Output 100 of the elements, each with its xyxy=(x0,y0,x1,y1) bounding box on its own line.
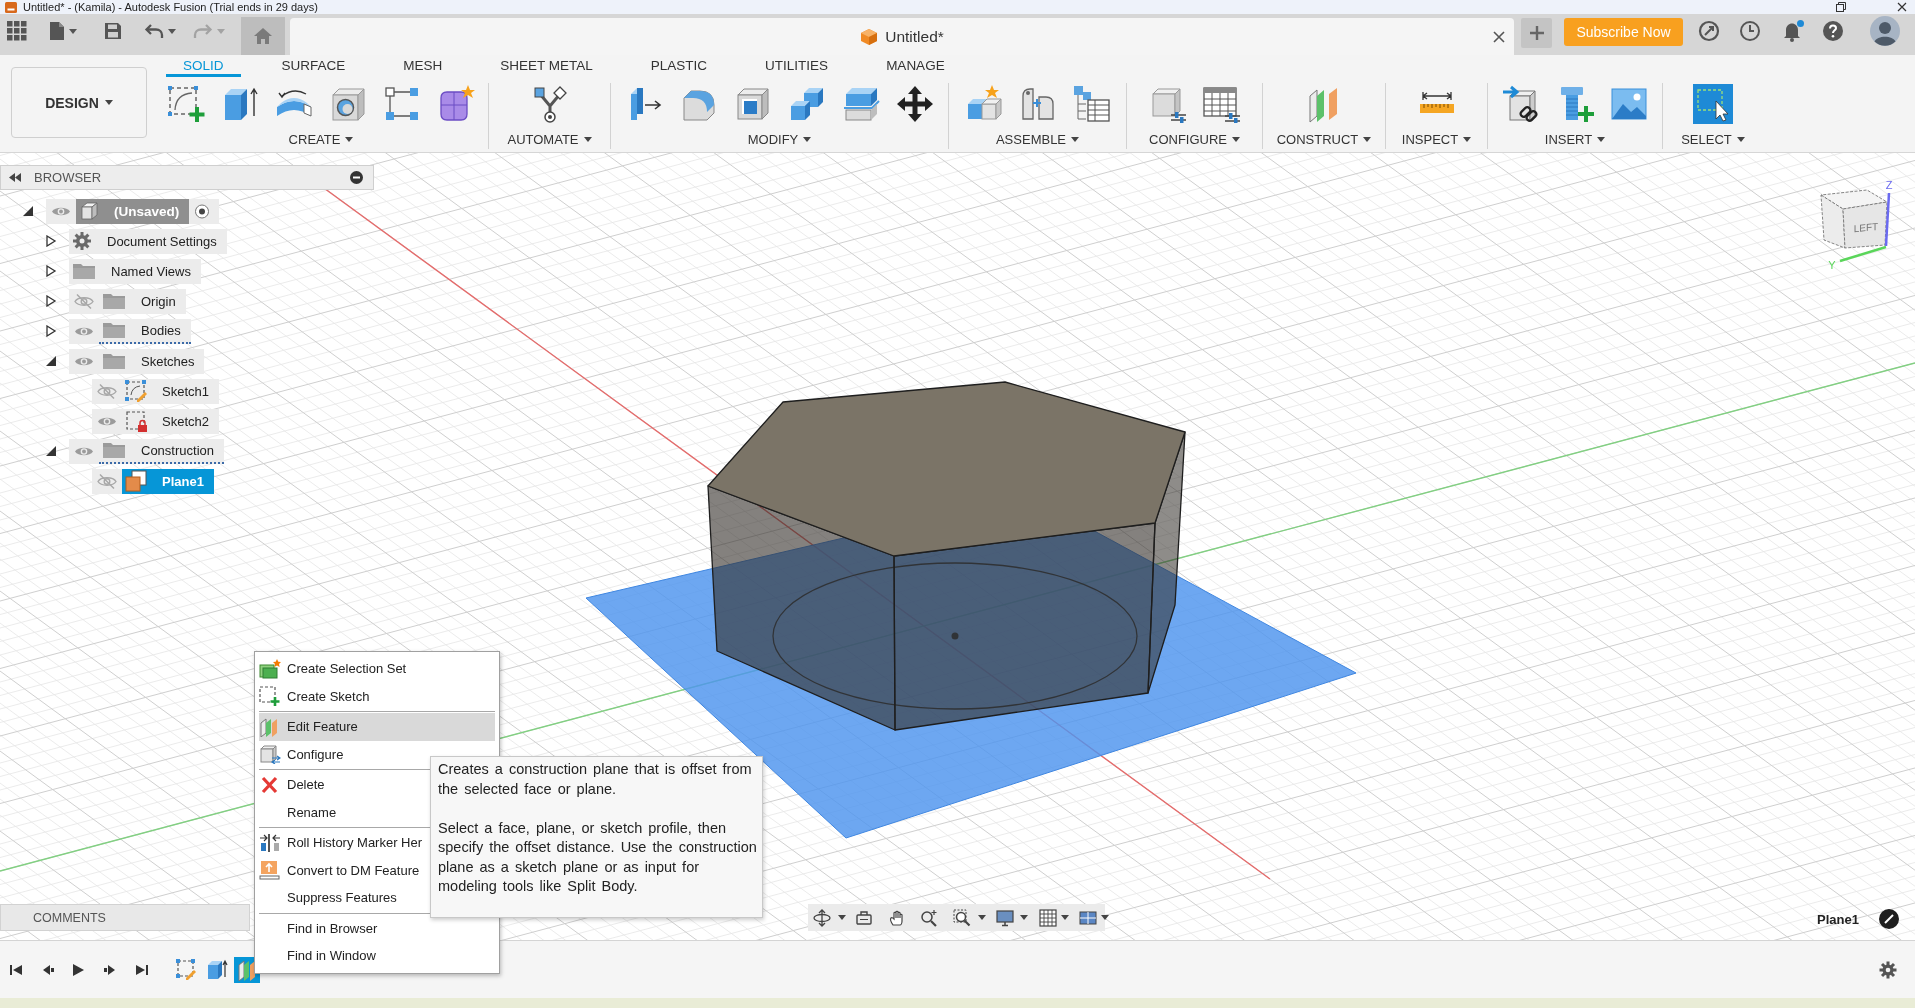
tree-item[interactable]: Origin xyxy=(99,288,186,314)
group-dropdown[interactable]: AUTOMATE xyxy=(505,129,594,149)
tree-item[interactable]: Bodies xyxy=(99,318,191,344)
eye-icon[interactable] xyxy=(69,348,99,374)
circle-slash-icon[interactable] xyxy=(1878,909,1899,929)
menu-item[interactable]: Create Selection Set xyxy=(259,655,495,683)
plus-icon xyxy=(1529,26,1544,40)
zoom-frame-icon[interactable] xyxy=(953,908,971,927)
toolbar-tab[interactable]: MESH xyxy=(386,55,460,77)
toolbar-tab[interactable]: MANAGE xyxy=(869,55,962,77)
menu-item[interactable]: Edit Feature xyxy=(259,713,495,741)
group-dropdown[interactable]: MODIFY xyxy=(745,129,814,149)
tree-item[interactable]: Sketch2 xyxy=(122,408,219,434)
skip-end-icon[interactable] xyxy=(135,962,149,977)
briefcase-icon[interactable] xyxy=(855,908,873,927)
group-dropdown[interactable]: INSPECT xyxy=(1399,129,1474,149)
restore-icon[interactable] xyxy=(1836,2,1846,12)
tree-item[interactable]: Document Settings xyxy=(69,228,227,254)
expander-icon[interactable] xyxy=(45,445,57,457)
view-cube[interactable] xyxy=(1820,189,1888,249)
save-icon[interactable] xyxy=(104,22,122,40)
minus-circle-icon[interactable] xyxy=(350,171,363,184)
expander-icon[interactable] xyxy=(22,205,34,217)
caret-icon[interactable] xyxy=(838,915,846,920)
tree-item[interactable]: Named Views xyxy=(69,258,201,284)
caret-icon xyxy=(803,136,812,142)
group-dropdown[interactable]: INSERT xyxy=(1542,129,1608,149)
toolbar-tab[interactable]: SURFACE xyxy=(264,55,363,77)
close-icon[interactable] xyxy=(1493,30,1505,43)
eye-icon[interactable] xyxy=(46,198,76,224)
group-dropdown[interactable]: CONFIGURE xyxy=(1147,129,1242,149)
folder-icon xyxy=(102,440,126,460)
group-dropdown[interactable]: CREATE xyxy=(286,129,356,149)
skip-start-icon[interactable] xyxy=(9,962,23,977)
panel-title: BROWSER xyxy=(34,170,103,185)
document-tab[interactable]: Untitled* xyxy=(290,18,1514,55)
gear-icon xyxy=(72,231,92,251)
expander-icon[interactable] xyxy=(45,295,57,307)
eye-icon[interactable] xyxy=(69,438,99,464)
radio-icon[interactable] xyxy=(189,198,220,224)
dashed-square-pencil-icon xyxy=(125,380,147,402)
folder-icon xyxy=(72,261,96,281)
menu-item[interactable]: Find in Browser xyxy=(259,914,495,942)
tree-item[interactable]: Construction xyxy=(99,438,224,464)
folder-icon xyxy=(102,291,126,311)
overlapping-squares-icon xyxy=(125,470,147,492)
caret-icon[interactable] xyxy=(168,29,176,34)
expander-icon[interactable] xyxy=(45,355,57,367)
caret-icon[interactable] xyxy=(1061,915,1069,920)
expander-icon[interactable] xyxy=(45,235,57,247)
box-link-icon[interactable] xyxy=(1501,84,1541,124)
group-dropdown[interactable]: CONSTRUCT xyxy=(1274,129,1374,149)
folder-icon xyxy=(102,320,126,340)
step-forward-icon[interactable] xyxy=(103,962,117,977)
tree-table-icon[interactable] xyxy=(1071,84,1112,124)
dashed-frame-cursor-icon[interactable] xyxy=(1693,84,1733,124)
group-dropdown[interactable]: ASSEMBLE xyxy=(993,129,1082,149)
tree-item[interactable]: Sketches xyxy=(99,348,205,374)
close-icon[interactable] xyxy=(1897,2,1907,12)
undo-icon[interactable] xyxy=(144,23,164,39)
menu-item[interactable]: Create Sketch xyxy=(259,682,495,710)
apps-grid-icon[interactable] xyxy=(7,21,27,41)
eye-icon[interactable] xyxy=(69,318,99,344)
settings-icon[interactable] xyxy=(1879,960,1897,979)
tooltip-text: Select a face, plane, or sketch profile, then specify the offset distance. Use the construction plane as a sketch plane or as input for modeling tools like Split Body. xyxy=(438,818,758,896)
tree-item[interactable]: Sketch1 xyxy=(122,378,219,404)
double-triangle-icon[interactable] xyxy=(8,173,22,182)
file-icon[interactable] xyxy=(49,21,65,41)
new-tab-button[interactable] xyxy=(1521,18,1552,48)
sketch-circle[interactable] xyxy=(772,562,1138,710)
zoom-icon[interactable] xyxy=(920,908,938,927)
workspace-dropdown[interactable]: DESIGN xyxy=(11,67,147,138)
step-back-icon[interactable] xyxy=(41,962,55,977)
grid-icon[interactable] xyxy=(1039,908,1057,927)
comments-title: COMMENTS xyxy=(33,910,106,925)
avatar-icon[interactable] xyxy=(1870,16,1900,46)
cube-icon xyxy=(860,27,879,46)
help-icon[interactable] xyxy=(1822,20,1844,42)
clock-icon[interactable] xyxy=(1739,20,1761,42)
caret-icon[interactable] xyxy=(1020,915,1028,920)
menu-item[interactable]: Find in Window xyxy=(259,942,495,970)
expander-icon[interactable] xyxy=(45,265,57,277)
caret-icon[interactable] xyxy=(69,29,77,34)
orbit-icon[interactable] xyxy=(813,908,831,927)
hand-icon[interactable] xyxy=(888,908,906,927)
table-sliders-icon[interactable] xyxy=(1201,84,1242,124)
caret-icon[interactable] xyxy=(978,915,986,920)
toolbar-tab[interactable]: UTILITIES xyxy=(748,55,846,77)
caret-icon[interactable] xyxy=(1101,915,1109,920)
cube-icon xyxy=(79,201,99,221)
group-dropdown[interactable]: SELECT xyxy=(1679,129,1747,149)
eye-icon[interactable] xyxy=(92,408,122,434)
monitor-icon[interactable] xyxy=(996,908,1014,927)
toolbar-tab[interactable]: SHEET METAL xyxy=(483,55,610,77)
hexagonal-prism[interactable] xyxy=(707,381,1186,731)
dashed-square-plus-icon[interactable] xyxy=(166,84,206,124)
four-panes-icon[interactable] xyxy=(1079,908,1097,927)
play-icon[interactable] xyxy=(71,962,85,977)
expander-icon[interactable] xyxy=(45,325,57,337)
toolbar-tab[interactable]: PLASTIC xyxy=(633,55,725,77)
